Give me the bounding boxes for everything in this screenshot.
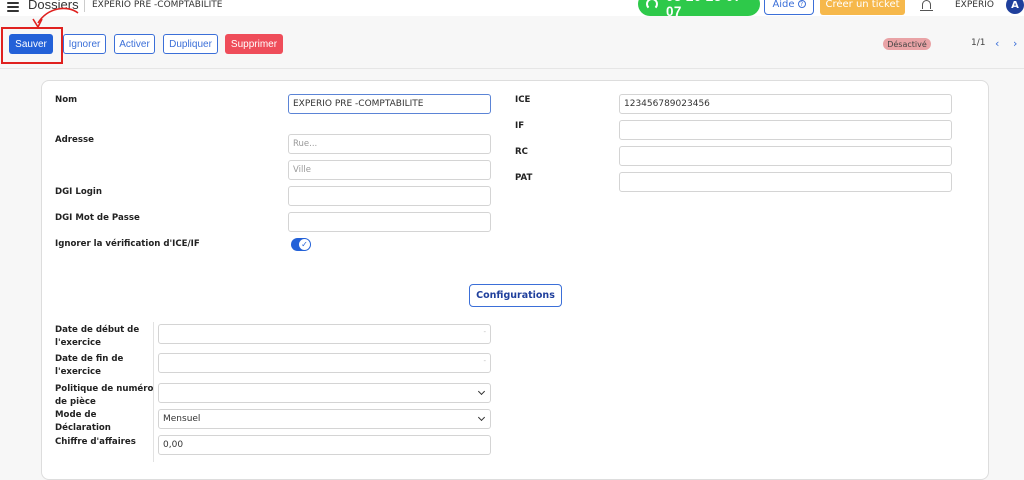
save-button[interactable]: Sauver <box>9 34 53 54</box>
if-input[interactable] <box>619 120 952 140</box>
mode-label-line2: Déclaration <box>55 423 111 433</box>
ice-input[interactable]: 123456789023456 <box>619 94 952 114</box>
bell-icon[interactable] <box>920 0 933 11</box>
ville-input[interactable]: Ville <box>288 160 491 180</box>
phone-button[interactable]: 05 20 25 07 07 <box>638 0 760 19</box>
pager: 1/1 <box>971 38 986 48</box>
check-icon: ✓ <box>299 239 310 250</box>
date-fin-input[interactable]: - <box>158 353 491 373</box>
chevron-down-icon <box>477 387 486 396</box>
divider <box>0 68 1024 69</box>
delete-button[interactable]: Supprimer <box>225 34 283 54</box>
calendar-icon: - <box>483 328 486 336</box>
dgi-password-label: DGI Mot de Passe <box>55 213 140 223</box>
question-icon: ? <box>797 0 806 8</box>
dgi-login-input[interactable] <box>288 186 491 206</box>
breadcrumb: EXPERIO PRE -COMPTABILITE <box>92 0 223 10</box>
politique-select[interactable] <box>158 383 491 403</box>
ignore-verif-label: Ignorer la vérification d'ICE/IF <box>55 239 200 249</box>
nom-label: Nom <box>55 95 78 105</box>
mode-select-value: Mensuel <box>163 414 201 424</box>
create-ticket-button[interactable]: Créer un ticket <box>820 0 905 15</box>
calendar-icon: - <box>483 357 486 365</box>
ignore-verif-toggle[interactable]: ✓ <box>291 238 311 251</box>
user-name[interactable]: EXPERIO <box>955 0 994 10</box>
nom-input[interactable]: EXPERIO PRE -COMPTABILITE <box>288 94 491 114</box>
help-button[interactable]: Aide ? <box>764 0 814 15</box>
date-debut-input[interactable]: - <box>158 324 491 344</box>
date-fin-label-line2: l'exercice <box>55 367 101 377</box>
menu-icon[interactable] <box>7 0 19 12</box>
dgi-login-label: DGI Login <box>55 187 102 197</box>
activate-button[interactable]: Activer <box>114 34 155 54</box>
mode-select[interactable]: Mensuel <box>158 409 491 429</box>
mode-label-line1: Mode de <box>55 410 97 420</box>
help-label: Aide <box>772 0 795 10</box>
chevron-right-icon[interactable]: › <box>1013 37 1017 50</box>
rc-input[interactable] <box>619 146 952 166</box>
dgi-password-input[interactable] <box>288 212 491 232</box>
pat-label: PAT <box>515 173 533 183</box>
duplicate-button[interactable]: Dupliquer <box>163 34 218 54</box>
status-badge: Désactivé <box>883 38 931 50</box>
date-debut-label-line1: Date de début de <box>55 325 140 335</box>
ignore-button[interactable]: Ignorer <box>63 34 106 54</box>
phone-number: 05 20 25 07 07 <box>666 0 741 19</box>
ca-label: Chiffre d'affaires <box>55 437 136 447</box>
chevron-left-icon[interactable]: ‹ <box>995 37 999 50</box>
ca-input[interactable]: 0,00 <box>158 435 491 455</box>
chevron-down-icon <box>477 413 486 422</box>
politique-label-line1: Politique de numéro <box>55 384 154 394</box>
rc-label: RC <box>515 147 528 157</box>
adresse-label: Adresse <box>55 135 94 145</box>
if-label: IF <box>515 121 525 131</box>
ice-label: ICE <box>515 95 531 105</box>
rue-input[interactable]: Rue... <box>288 134 491 154</box>
date-fin-label-line1: Date de fin de <box>55 354 124 364</box>
configurations-button[interactable]: Configurations <box>469 284 562 307</box>
politique-label-line2: de pièce <box>55 397 96 407</box>
date-debut-label-line2: l'exercice <box>55 338 101 348</box>
headset-icon <box>646 0 658 10</box>
pat-input[interactable] <box>619 172 952 192</box>
